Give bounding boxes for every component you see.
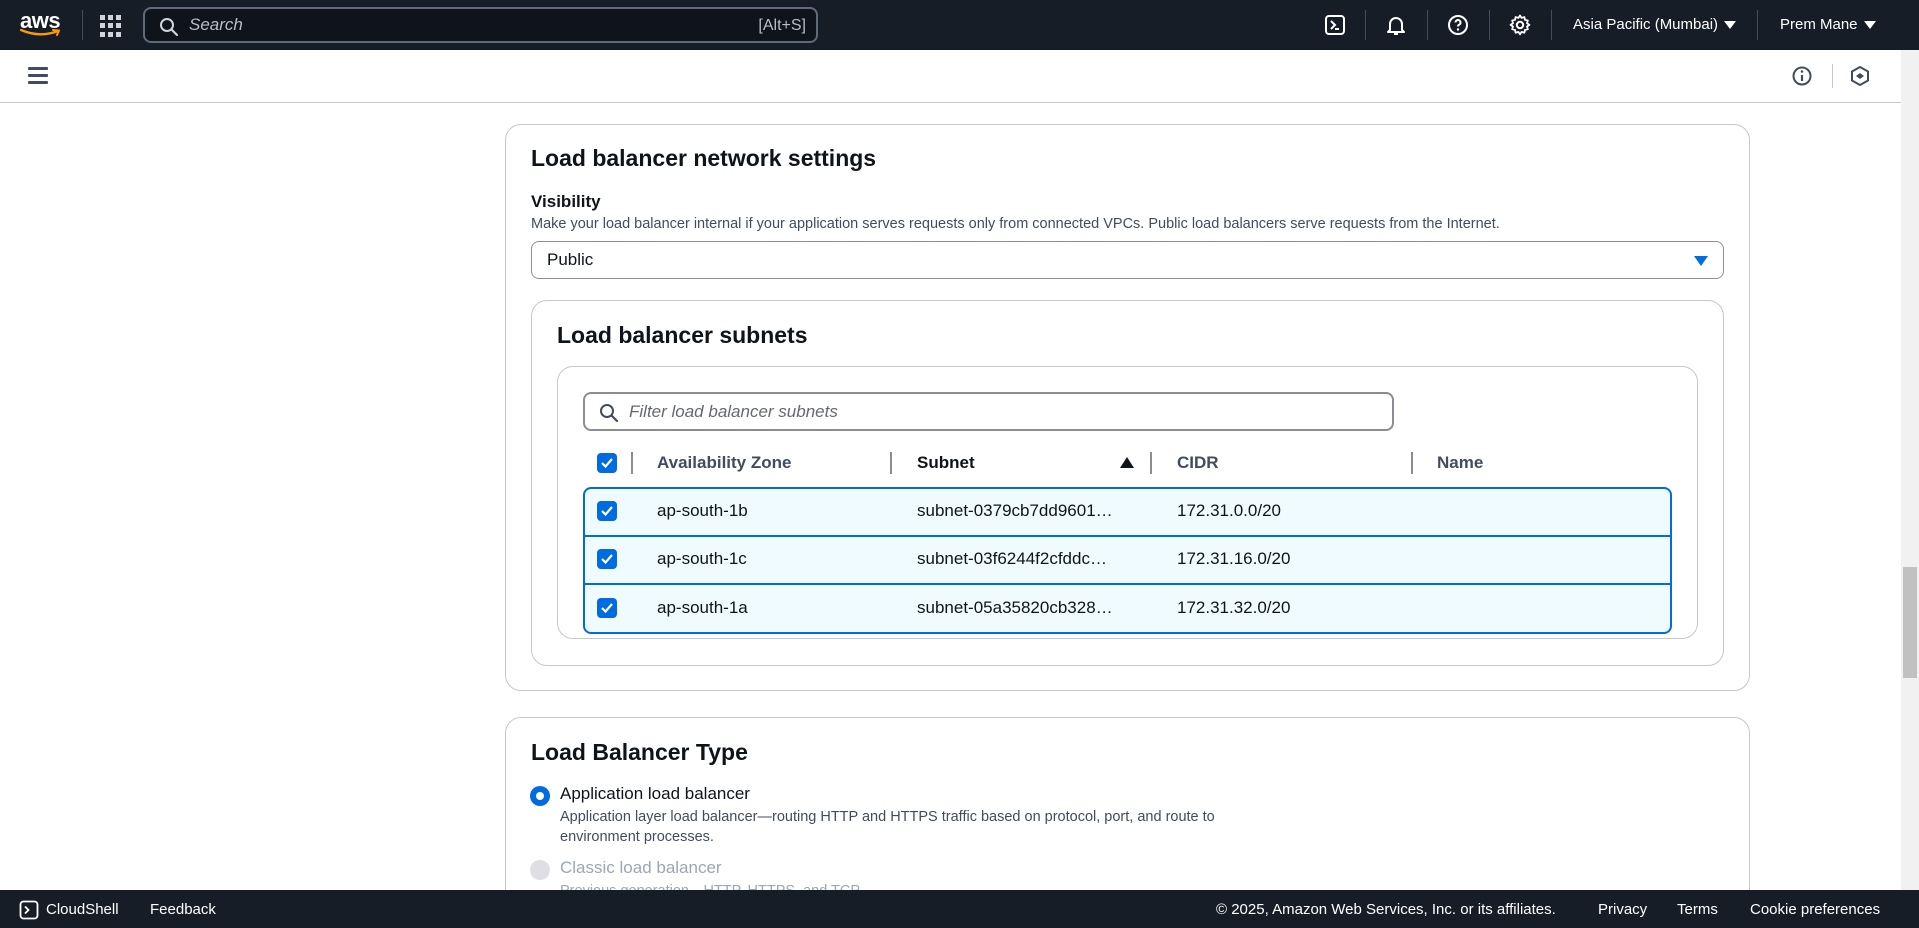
toolbar-divider <box>1832 64 1833 88</box>
load-balancer-type-title: Load Balancer Type <box>531 739 748 765</box>
app-integration-icon[interactable] <box>1849 65 1871 87</box>
column-divider[interactable] <box>1150 452 1152 474</box>
scrollbar-thumb[interactable] <box>1903 567 1917 678</box>
subnets-title: Load balancer subnets <box>557 322 808 348</box>
visibility-description: Make your load balancer internal if your… <box>531 216 1500 232</box>
search-input[interactable] <box>189 14 649 36</box>
table-row[interactable]: ap-south-1a subnet-05a35820cb328… 172.31… <box>585 585 1670 632</box>
hamburger-menu-icon[interactable] <box>28 67 48 85</box>
column-header-subnet[interactable]: Subnet <box>917 453 975 473</box>
search-icon <box>160 18 179 37</box>
account-menu[interactable]: Prem Mane <box>1780 16 1876 33</box>
column-header-cidr[interactable]: CIDR <box>1177 453 1219 473</box>
cidr-cell: 172.31.16.0/20 <box>1177 549 1291 568</box>
cloudshell-link[interactable]: CloudShell <box>46 901 119 918</box>
user-name: Prem Mane <box>1780 16 1858 33</box>
table-row[interactable]: ap-south-1b subnet-0379cb7dd9601… 172.31… <box>585 489 1670 537</box>
classic-lb-radio[interactable] <box>530 860 550 880</box>
privacy-link[interactable]: Privacy <box>1598 901 1647 918</box>
search-shortcut-hint: [Alt+S] <box>758 17 806 34</box>
feedback-link[interactable]: Feedback <box>150 901 216 918</box>
select-all-checkbox[interactable] <box>597 453 617 473</box>
info-icon[interactable] <box>1791 65 1813 87</box>
application-lb-radio[interactable] <box>530 786 550 806</box>
column-divider[interactable] <box>890 452 892 474</box>
notifications-bell-icon[interactable] <box>1384 13 1408 37</box>
services-menu-icon[interactable] <box>100 15 122 37</box>
classic-lb-label[interactable]: Classic load balancer <box>560 858 722 878</box>
nav-divider <box>1427 10 1428 40</box>
column-header-availability-zone[interactable]: Availability Zone <box>657 453 791 473</box>
row-checkbox[interactable] <box>597 549 617 569</box>
row-checkbox[interactable] <box>597 501 617 521</box>
subnet-id-cell: subnet-03f6244f2cfddc… <box>917 549 1107 568</box>
help-icon[interactable] <box>1446 13 1470 37</box>
application-lb-description: Application layer load balancer—routing … <box>560 809 1215 825</box>
region-label: Asia Pacific (Mumbai) <box>1573 16 1719 33</box>
global-search[interactable]: [Alt+S] <box>143 7 818 43</box>
subnet-filter[interactable] <box>583 392 1394 431</box>
visibility-selected-value: Public <box>547 250 594 269</box>
availability-zone-cell: ap-south-1b <box>657 501 748 520</box>
caret-down-icon <box>1863 20 1876 29</box>
visibility-select[interactable]: Public <box>531 241 1724 279</box>
terms-link[interactable]: Terms <box>1677 901 1718 918</box>
caret-down-icon <box>1694 256 1708 266</box>
availability-zone-cell: ap-south-1c <box>657 549 747 568</box>
checkmark-icon <box>601 603 613 614</box>
app-toolbar <box>0 50 1901 103</box>
checkmark-icon <box>601 554 613 565</box>
nav-divider <box>1551 10 1552 40</box>
table-row[interactable]: ap-south-1c subnet-03f6244f2cfddc… 172.3… <box>585 537 1670 585</box>
region-selector[interactable]: Asia Pacific (Mumbai) <box>1573 16 1737 33</box>
settings-gear-icon[interactable] <box>1508 13 1532 37</box>
application-lb-label[interactable]: Application load balancer <box>560 784 750 804</box>
column-header-name[interactable]: Name <box>1437 453 1483 473</box>
row-checkbox[interactable] <box>597 598 617 618</box>
cidr-cell: 172.31.32.0/20 <box>1177 598 1291 617</box>
network-settings-title: Load balancer network settings <box>531 145 877 171</box>
top-navigation: aws [Alt+S] Asia Pacific ( <box>0 0 1919 50</box>
caret-down-icon <box>1724 20 1737 29</box>
column-divider[interactable] <box>631 452 633 474</box>
subnet-id-cell: subnet-05a35820cb328… <box>917 598 1113 617</box>
visibility-label: Visibility <box>531 192 601 211</box>
application-lb-description-continued: environment processes. <box>560 829 714 845</box>
nav-divider <box>1365 10 1366 40</box>
search-icon <box>600 404 619 423</box>
subnet-filter-input[interactable] <box>629 401 1329 423</box>
cloudshell-icon[interactable] <box>19 900 39 920</box>
checkmark-icon <box>601 458 613 469</box>
copyright-text: © 2025, Amazon Web Services, Inc. or its… <box>1216 901 1556 918</box>
aws-logo[interactable]: aws <box>20 10 64 40</box>
cookie-preferences-link[interactable]: Cookie preferences <box>1750 901 1880 918</box>
nav-divider <box>1757 10 1758 40</box>
subnet-table-body: ap-south-1b subnet-0379cb7dd9601… 172.31… <box>583 487 1672 634</box>
nav-divider <box>82 10 83 40</box>
subnet-id-cell: subnet-0379cb7dd9601… <box>917 501 1113 520</box>
column-divider[interactable] <box>1411 452 1413 474</box>
sort-ascending-icon[interactable] <box>1120 457 1134 468</box>
nav-divider <box>1489 10 1490 40</box>
page-scrollbar[interactable] <box>1901 50 1919 890</box>
cloudshell-icon[interactable] <box>1323 13 1347 37</box>
console-footer: CloudShell Feedback © 2025, Amazon Web S… <box>0 890 1919 928</box>
checkmark-icon <box>601 506 613 517</box>
cidr-cell: 172.31.0.0/20 <box>1177 501 1281 520</box>
availability-zone-cell: ap-south-1a <box>657 598 748 617</box>
aws-smile-icon <box>20 29 60 36</box>
